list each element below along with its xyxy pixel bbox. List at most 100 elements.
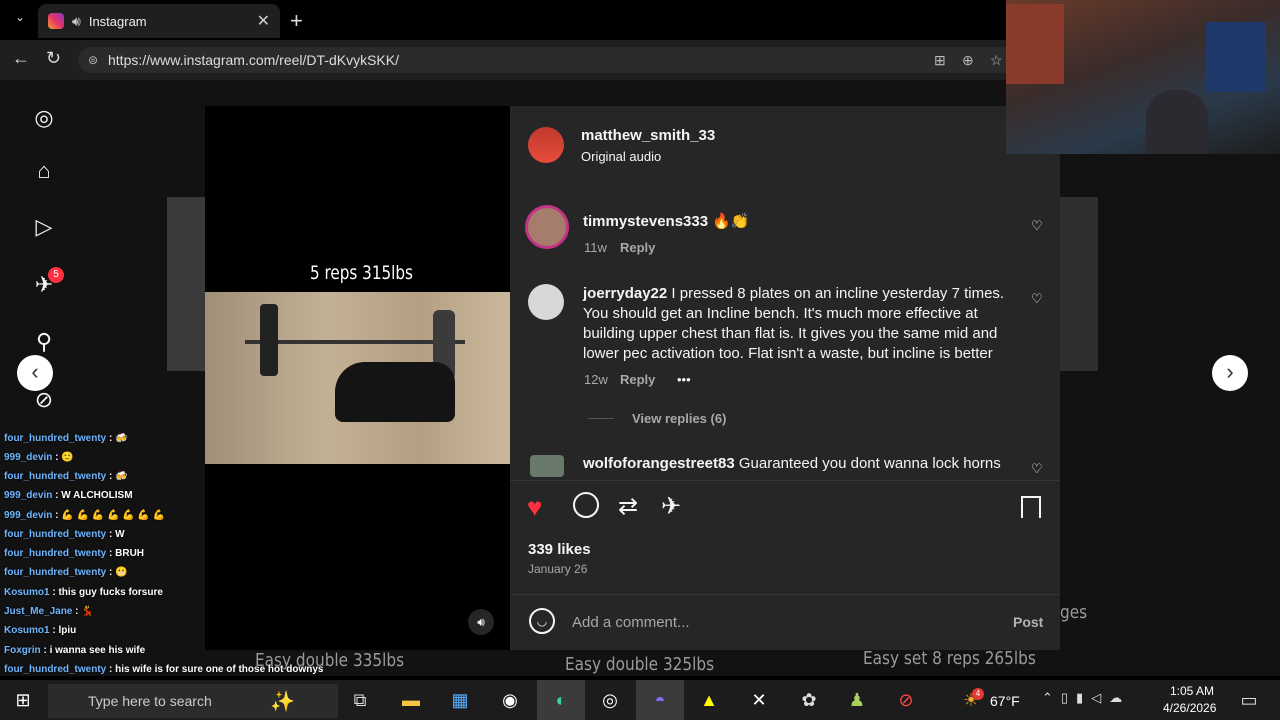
app-available-icon[interactable]: ⊞ xyxy=(934,52,946,69)
bg-caption-4: ges xyxy=(1060,602,1088,623)
back-icon[interactable]: ← xyxy=(12,48,30,69)
save-icon[interactable] xyxy=(1021,496,1041,518)
chat-text: i wanna see his wife xyxy=(49,645,146,656)
like-comment-icon[interactable]: ♡ xyxy=(1031,461,1043,477)
chat-text: 💃 xyxy=(81,606,94,617)
obs-icon[interactable]: ◎ xyxy=(597,688,623,712)
task-view-icon[interactable]: ⧉ xyxy=(347,688,373,712)
like-icon[interactable]: ♥ xyxy=(527,492,542,523)
share-icon[interactable]: ✈ xyxy=(661,492,681,521)
speaker-icon[interactable]: 🔊︎ xyxy=(72,13,81,30)
tab-title: Instagram xyxy=(88,13,147,29)
commenter-avatar-joerry[interactable] xyxy=(528,284,564,320)
clock-time[interactable]: 1:05 AM xyxy=(1170,684,1214,698)
chat-username[interactable]: four_hundred_twenty xyxy=(4,664,106,675)
weather-temp[interactable]: 67°F xyxy=(990,693,1020,709)
commenter-avatar-timmy[interactable] xyxy=(525,205,569,249)
audio-label[interactable]: Original audio xyxy=(581,149,661,164)
chat-separator: : xyxy=(106,567,116,578)
comment-row: timmystevens333 🔥👏 xyxy=(583,212,750,230)
notifications-icon[interactable]: ▭ xyxy=(1236,688,1262,712)
chat-username[interactable]: four_hundred_twenty xyxy=(4,567,106,578)
reels-icon[interactable]: ▷ xyxy=(30,213,58,241)
home-icon[interactable]: ⌂ xyxy=(30,157,58,185)
video-frame xyxy=(205,292,510,464)
zoom-icon[interactable]: ⊕ xyxy=(962,52,974,69)
discord-icon[interactable]: ◓ xyxy=(647,688,673,712)
more-options-icon[interactable]: ••• xyxy=(677,372,691,387)
poster xyxy=(1006,4,1064,84)
file-explorer-icon[interactable]: ▬ xyxy=(398,688,424,712)
system-tray-icons[interactable]: ⌃▯▮◁☁ xyxy=(1042,690,1130,706)
chat-text: W ALCHOLISM xyxy=(61,490,133,501)
url-field[interactable]: ⊜ https://www.instagram.com/reel/DT-dKvy… xyxy=(78,47,1018,73)
comment-icon[interactable] xyxy=(573,492,599,518)
like-count[interactable]: 339 likes xyxy=(528,541,591,558)
author-username[interactable]: matthew_smith_33 xyxy=(581,127,715,144)
like-comment-icon[interactable]: ♡ xyxy=(1031,291,1043,307)
chat-separator: : xyxy=(106,529,116,540)
chat-username[interactable]: four_hundred_twenty xyxy=(4,529,106,540)
chat-separator: : xyxy=(106,664,116,675)
comment-input[interactable]: Add a comment... xyxy=(572,614,690,631)
comment-username[interactable]: timmystevens333 xyxy=(583,213,708,230)
favorite-icon[interactable]: ☆ xyxy=(990,52,1003,69)
chat-message: Kosumo1 : lpiu xyxy=(4,625,76,636)
chat-username[interactable]: Kosumo1 xyxy=(4,625,50,636)
close-tab-icon[interactable]: ✕ xyxy=(257,11,270,31)
site-info-icon[interactable]: ⊜ xyxy=(88,53,98,67)
chat-username[interactable]: four_hundred_twenty xyxy=(4,471,106,482)
instagram-icon xyxy=(48,13,64,29)
clock-date[interactable]: 4/26/2026 xyxy=(1163,701,1216,715)
repost-icon[interactable]: ⇄ xyxy=(618,492,638,521)
chat-message: 999_devin : W ALCHOLISM xyxy=(4,490,133,501)
webcam-overlay xyxy=(1006,0,1280,154)
chat-separator: : xyxy=(52,452,62,463)
snapchat-icon[interactable]: ▲ xyxy=(696,688,722,712)
chat-username[interactable]: 999_devin xyxy=(4,452,52,463)
flag xyxy=(1206,22,1266,92)
chat-username[interactable]: Just_Me_Jane xyxy=(4,606,72,617)
chat-text: this guy fucks forsure xyxy=(58,587,163,598)
record-app-icon[interactable]: ⊘ xyxy=(893,688,919,712)
xbox-icon[interactable]: ✕ xyxy=(746,688,772,712)
chess-icon[interactable]: ♟ xyxy=(844,688,870,712)
tab-instagram[interactable]: 🔊︎ Instagram ✕ xyxy=(38,4,280,38)
post-button[interactable]: Post xyxy=(1013,614,1043,630)
chat-username[interactable]: 999_devin xyxy=(4,510,52,521)
comment-row: wolfoforangestreet83 Guaranteed you dont… xyxy=(583,455,1001,472)
reply-button[interactable]: Reply xyxy=(620,372,655,387)
author-avatar[interactable] xyxy=(528,127,564,163)
chat-message: Just_Me_Jane : 💃 xyxy=(4,606,94,617)
new-tab-button[interactable]: + xyxy=(290,8,303,34)
chat-username[interactable]: four_hundred_twenty xyxy=(4,433,106,444)
previous-reel-button[interactable]: ‹ xyxy=(17,355,53,391)
emoji-icon[interactable]: ◡ xyxy=(529,608,555,634)
refresh-icon[interactable]: ↻ xyxy=(46,48,61,69)
search-icon[interactable]: ⚲ xyxy=(30,328,58,356)
chat-text: his wife is for sure one of those hot do… xyxy=(115,664,324,675)
commenter-avatar-wolf[interactable] xyxy=(530,455,564,477)
taskbar-search[interactable]: Type here to search ✨ xyxy=(48,684,338,718)
reply-button[interactable]: Reply xyxy=(620,240,655,255)
comment-row: joerryday22 I pressed 8 plates on an inc… xyxy=(583,284,1018,364)
view-replies-button[interactable]: View replies (6) xyxy=(632,411,726,426)
chat-username[interactable]: four_hundred_twenty xyxy=(4,548,106,559)
like-comment-icon[interactable]: ♡ xyxy=(1031,218,1043,234)
chat-username[interactable]: 999_devin xyxy=(4,490,52,501)
comment-username[interactable]: joerryday22 xyxy=(583,285,667,302)
windows-start-icon[interactable]: ⊞ xyxy=(10,688,36,712)
edge-icon[interactable]: ◐ xyxy=(548,688,574,712)
chat-message: four_hundred_twenty : his wife is for su… xyxy=(4,664,323,675)
tab-list-button[interactable]: ⌄ xyxy=(8,10,32,30)
steam-icon[interactable]: ◉ xyxy=(497,688,523,712)
chat-username[interactable]: Kosumo1 xyxy=(4,587,50,598)
store-icon[interactable]: ▦ xyxy=(447,688,473,712)
next-reel-button[interactable]: › xyxy=(1212,355,1248,391)
mute-icon[interactable]: 🔊︎ xyxy=(468,609,494,635)
chat-text: BRUH xyxy=(115,548,145,559)
app-icon[interactable]: ✿ xyxy=(796,688,822,712)
comment-username[interactable]: wolfoforangestreet83 xyxy=(583,455,735,472)
instagram-logo-icon[interactable]: ◎ xyxy=(30,104,58,132)
chat-username[interactable]: Foxgrin xyxy=(4,645,41,656)
